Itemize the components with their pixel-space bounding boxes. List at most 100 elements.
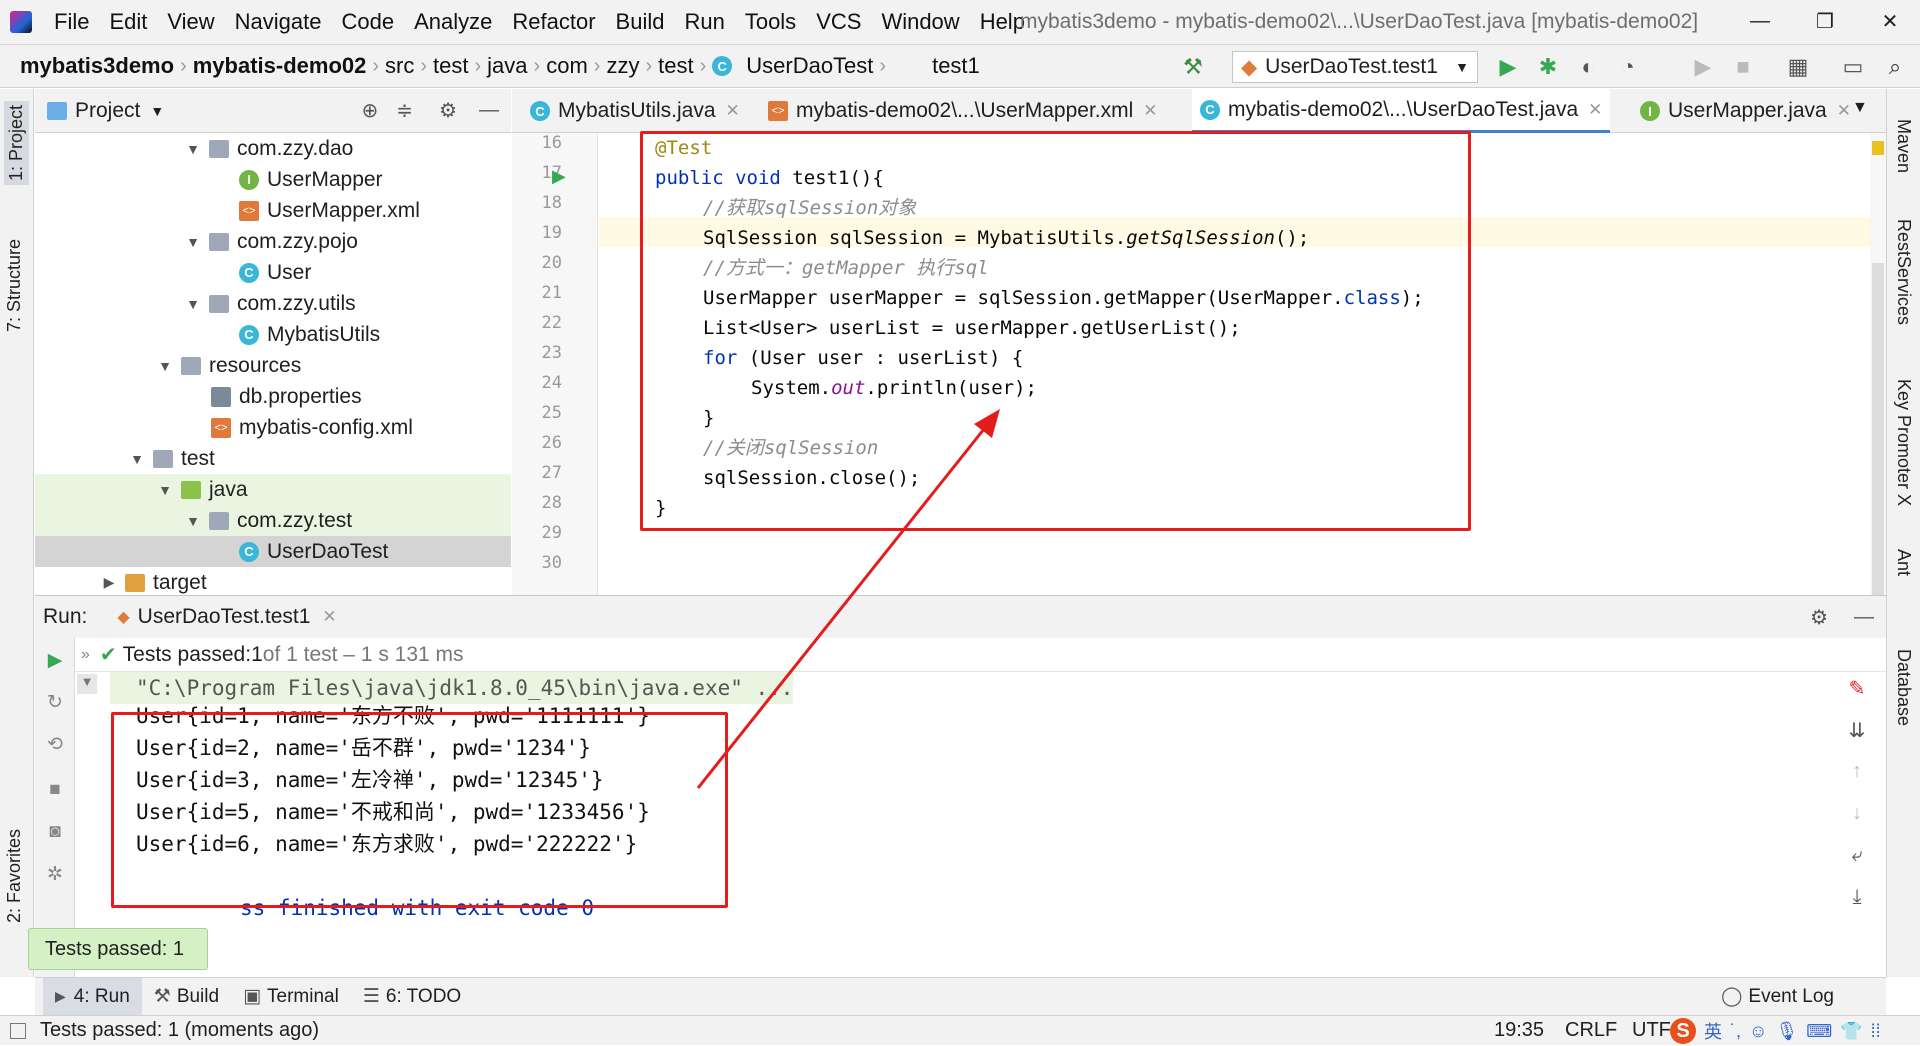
crumb-method[interactable]: test1 [926, 53, 986, 79]
chevron-down-icon[interactable]: ▼ [1852, 99, 1868, 117]
punctuation-icon[interactable]: ˙, [1730, 1021, 1741, 1042]
tree-node[interactable]: C User [239, 257, 311, 288]
run-tab-label[interactable]: UserDaoTest.test1 [138, 605, 311, 629]
tab-run[interactable]: ▶ 4: Run [43, 977, 142, 1016]
close-icon[interactable]: ✕ [1143, 101, 1157, 121]
tab-todo[interactable]: ☰ 6: TODO [351, 978, 473, 1016]
settings-icon[interactable]: ✲ [43, 862, 67, 886]
resume-icon[interactable]: ▶ [1690, 54, 1716, 80]
camera-icon[interactable]: ◙ [43, 820, 67, 844]
tree-node[interactable]: db.properties [211, 381, 362, 412]
close-icon[interactable]: ✕ [726, 101, 740, 121]
tree-node[interactable]: ▶ target [99, 567, 207, 595]
crumb-project[interactable]: mybatis3demo [14, 53, 180, 79]
menu-tools[interactable]: Tools [735, 9, 806, 35]
close-icon[interactable]: ✕ [322, 607, 336, 627]
close-icon[interactable]: ✕ [1837, 101, 1851, 121]
tree-node[interactable]: ▼ com.zzy.dao [183, 133, 353, 164]
chevron-down-icon[interactable]: ▼ [150, 103, 164, 119]
scroll-thumb[interactable] [1872, 263, 1884, 603]
gear-icon[interactable]: ⚙ [439, 98, 457, 123]
clear-all-icon[interactable]: ✎ [1837, 676, 1877, 718]
menu-run[interactable]: Run [674, 9, 734, 35]
crumb-com[interactable]: com [540, 53, 594, 79]
profile-icon[interactable]: ◔ [1615, 54, 1641, 80]
minimize-icon[interactable]: — [1730, 4, 1790, 38]
expand-icon[interactable]: » [81, 646, 90, 664]
keyboard-icon[interactable]: ⌨ [1806, 1021, 1832, 1042]
tree-node[interactable]: ▼ resources [155, 350, 301, 381]
menu-edit[interactable]: Edit [99, 9, 157, 35]
crumb-zzy[interactable]: zzy [600, 53, 645, 79]
tests-passed-balloon[interactable]: Tests passed: 1 [28, 928, 208, 970]
run-icon[interactable]: ▶ [1495, 54, 1521, 80]
project-panel-title[interactable]: Project [75, 99, 140, 123]
sogou-ime-icon[interactable]: S [1670, 1018, 1696, 1044]
tab-key-promoter[interactable]: Key Promoter X [1893, 379, 1914, 506]
tree-node-selected[interactable]: C UserDaoTest [35, 536, 511, 567]
console-output[interactable]: "C:\Program Files\java\jdk1.8.0_45\bin\j… [110, 672, 1870, 978]
tab-mybatisutils[interactable]: C MybatisUtils.java ✕ [522, 89, 748, 133]
close-icon[interactable]: ✕ [1588, 100, 1602, 120]
tab-terminal[interactable]: ▣ Terminal [231, 978, 351, 1016]
close-window-icon[interactable]: ✕ [1860, 4, 1920, 38]
line-separator[interactable]: CRLF [1565, 1019, 1617, 1042]
soft-wrap-icon[interactable]: ⤶ [1837, 844, 1877, 886]
tree-node[interactable]: ▼ com.zzy.utils [183, 288, 356, 319]
tree-node[interactable]: <> mybatis-config.xml [211, 412, 413, 443]
arrow-down-icon[interactable]: ↓ [1837, 802, 1877, 844]
tab-build[interactable]: ⚒ Build [142, 978, 231, 1016]
crumb-module[interactable]: mybatis-demo02 [187, 53, 373, 79]
gear-icon[interactable]: ⚙ [1810, 605, 1828, 630]
tab-database[interactable]: Database [1893, 649, 1914, 726]
scroll-to-end-icon[interactable]: ⇊ [1837, 718, 1877, 760]
ime-mode-icon[interactable]: 英 [1704, 1018, 1722, 1044]
hide-panel-icon[interactable]: — [1854, 606, 1874, 629]
menu-code[interactable]: Code [332, 9, 405, 35]
crumb-test-pkg[interactable]: test [652, 53, 699, 79]
run-test-gutter-icon[interactable]: ▶ [552, 166, 566, 187]
menu-grid-icon[interactable]: ⁞⁞ [1871, 1021, 1881, 1042]
tab-ant[interactable]: Ant [1893, 549, 1914, 576]
run-config-select[interactable]: ◆ UserDaoTest.test1 ▼ [1232, 51, 1478, 83]
tab-project[interactable]: 1: Project [4, 101, 29, 186]
hide-panel-icon[interactable]: — [479, 99, 499, 122]
toggle-autotest-icon[interactable]: ⟲ [43, 732, 67, 756]
menu-build[interactable]: Build [606, 9, 675, 35]
tree-node[interactable]: ▼ java [35, 474, 511, 505]
crumb-class[interactable]: UserDaoTest [740, 53, 879, 79]
collapse-icon[interactable]: ≑ [396, 98, 413, 123]
menu-view[interactable]: View [157, 9, 224, 35]
debug-icon[interactable]: ✱ [1535, 54, 1561, 80]
tree-node[interactable]: ▼ test [127, 443, 215, 474]
caret-position[interactable]: 19:35 [1494, 1019, 1544, 1042]
menu-file[interactable]: File [44, 9, 99, 35]
tab-restservices[interactable]: RestServices [1893, 219, 1914, 325]
layout-icon[interactable]: ▭ [1840, 54, 1866, 80]
event-log-button[interactable]: ◯ Event Log [1709, 978, 1846, 1016]
stop-icon[interactable]: ■ [43, 778, 67, 802]
menu-navigate[interactable]: Navigate [225, 9, 332, 35]
tree-node[interactable]: <> UserMapper.xml [239, 195, 420, 226]
tree-node[interactable]: ▼ com.zzy.pojo [183, 226, 358, 257]
tab-maven[interactable]: Maven [1893, 119, 1914, 173]
rerun-failed-icon[interactable]: ↻ [43, 690, 67, 714]
crumb-java[interactable]: java [481, 53, 533, 79]
tab-usermapper-xml[interactable]: <> mybatis-demo02\...\UserMapper.xml ✕ [760, 89, 1166, 133]
crumb-src[interactable]: src [379, 53, 420, 79]
tab-userdaotest[interactable]: Cmybatis-demo02\...\UserDaoTest.java ✕ [1192, 89, 1611, 133]
emoji-icon[interactable]: ☺ [1749, 1021, 1767, 1042]
voice-icon[interactable]: 🎙 [1775, 1021, 1798, 1042]
search-icon[interactable]: ⌕ [1882, 54, 1908, 80]
tab-structure[interactable]: 7: Structure [4, 239, 25, 332]
project-structure-icon[interactable]: ▦ [1785, 54, 1811, 80]
print-icon[interactable]: ⤓ [1837, 886, 1877, 928]
build-hammer-icon[interactable]: ⚒ [1180, 54, 1206, 80]
coverage-icon[interactable]: ◐ [1575, 54, 1601, 80]
rerun-icon[interactable]: ▶ [43, 648, 67, 672]
locate-icon[interactable]: ⊕ [362, 98, 379, 123]
tree-node[interactable]: ▼ com.zzy.test [35, 505, 511, 536]
code-editor[interactable]: @Test public void test1(){ //获取sqlSessio… [599, 133, 1886, 595]
menu-refactor[interactable]: Refactor [502, 9, 605, 35]
menu-window[interactable]: Window [871, 9, 969, 35]
